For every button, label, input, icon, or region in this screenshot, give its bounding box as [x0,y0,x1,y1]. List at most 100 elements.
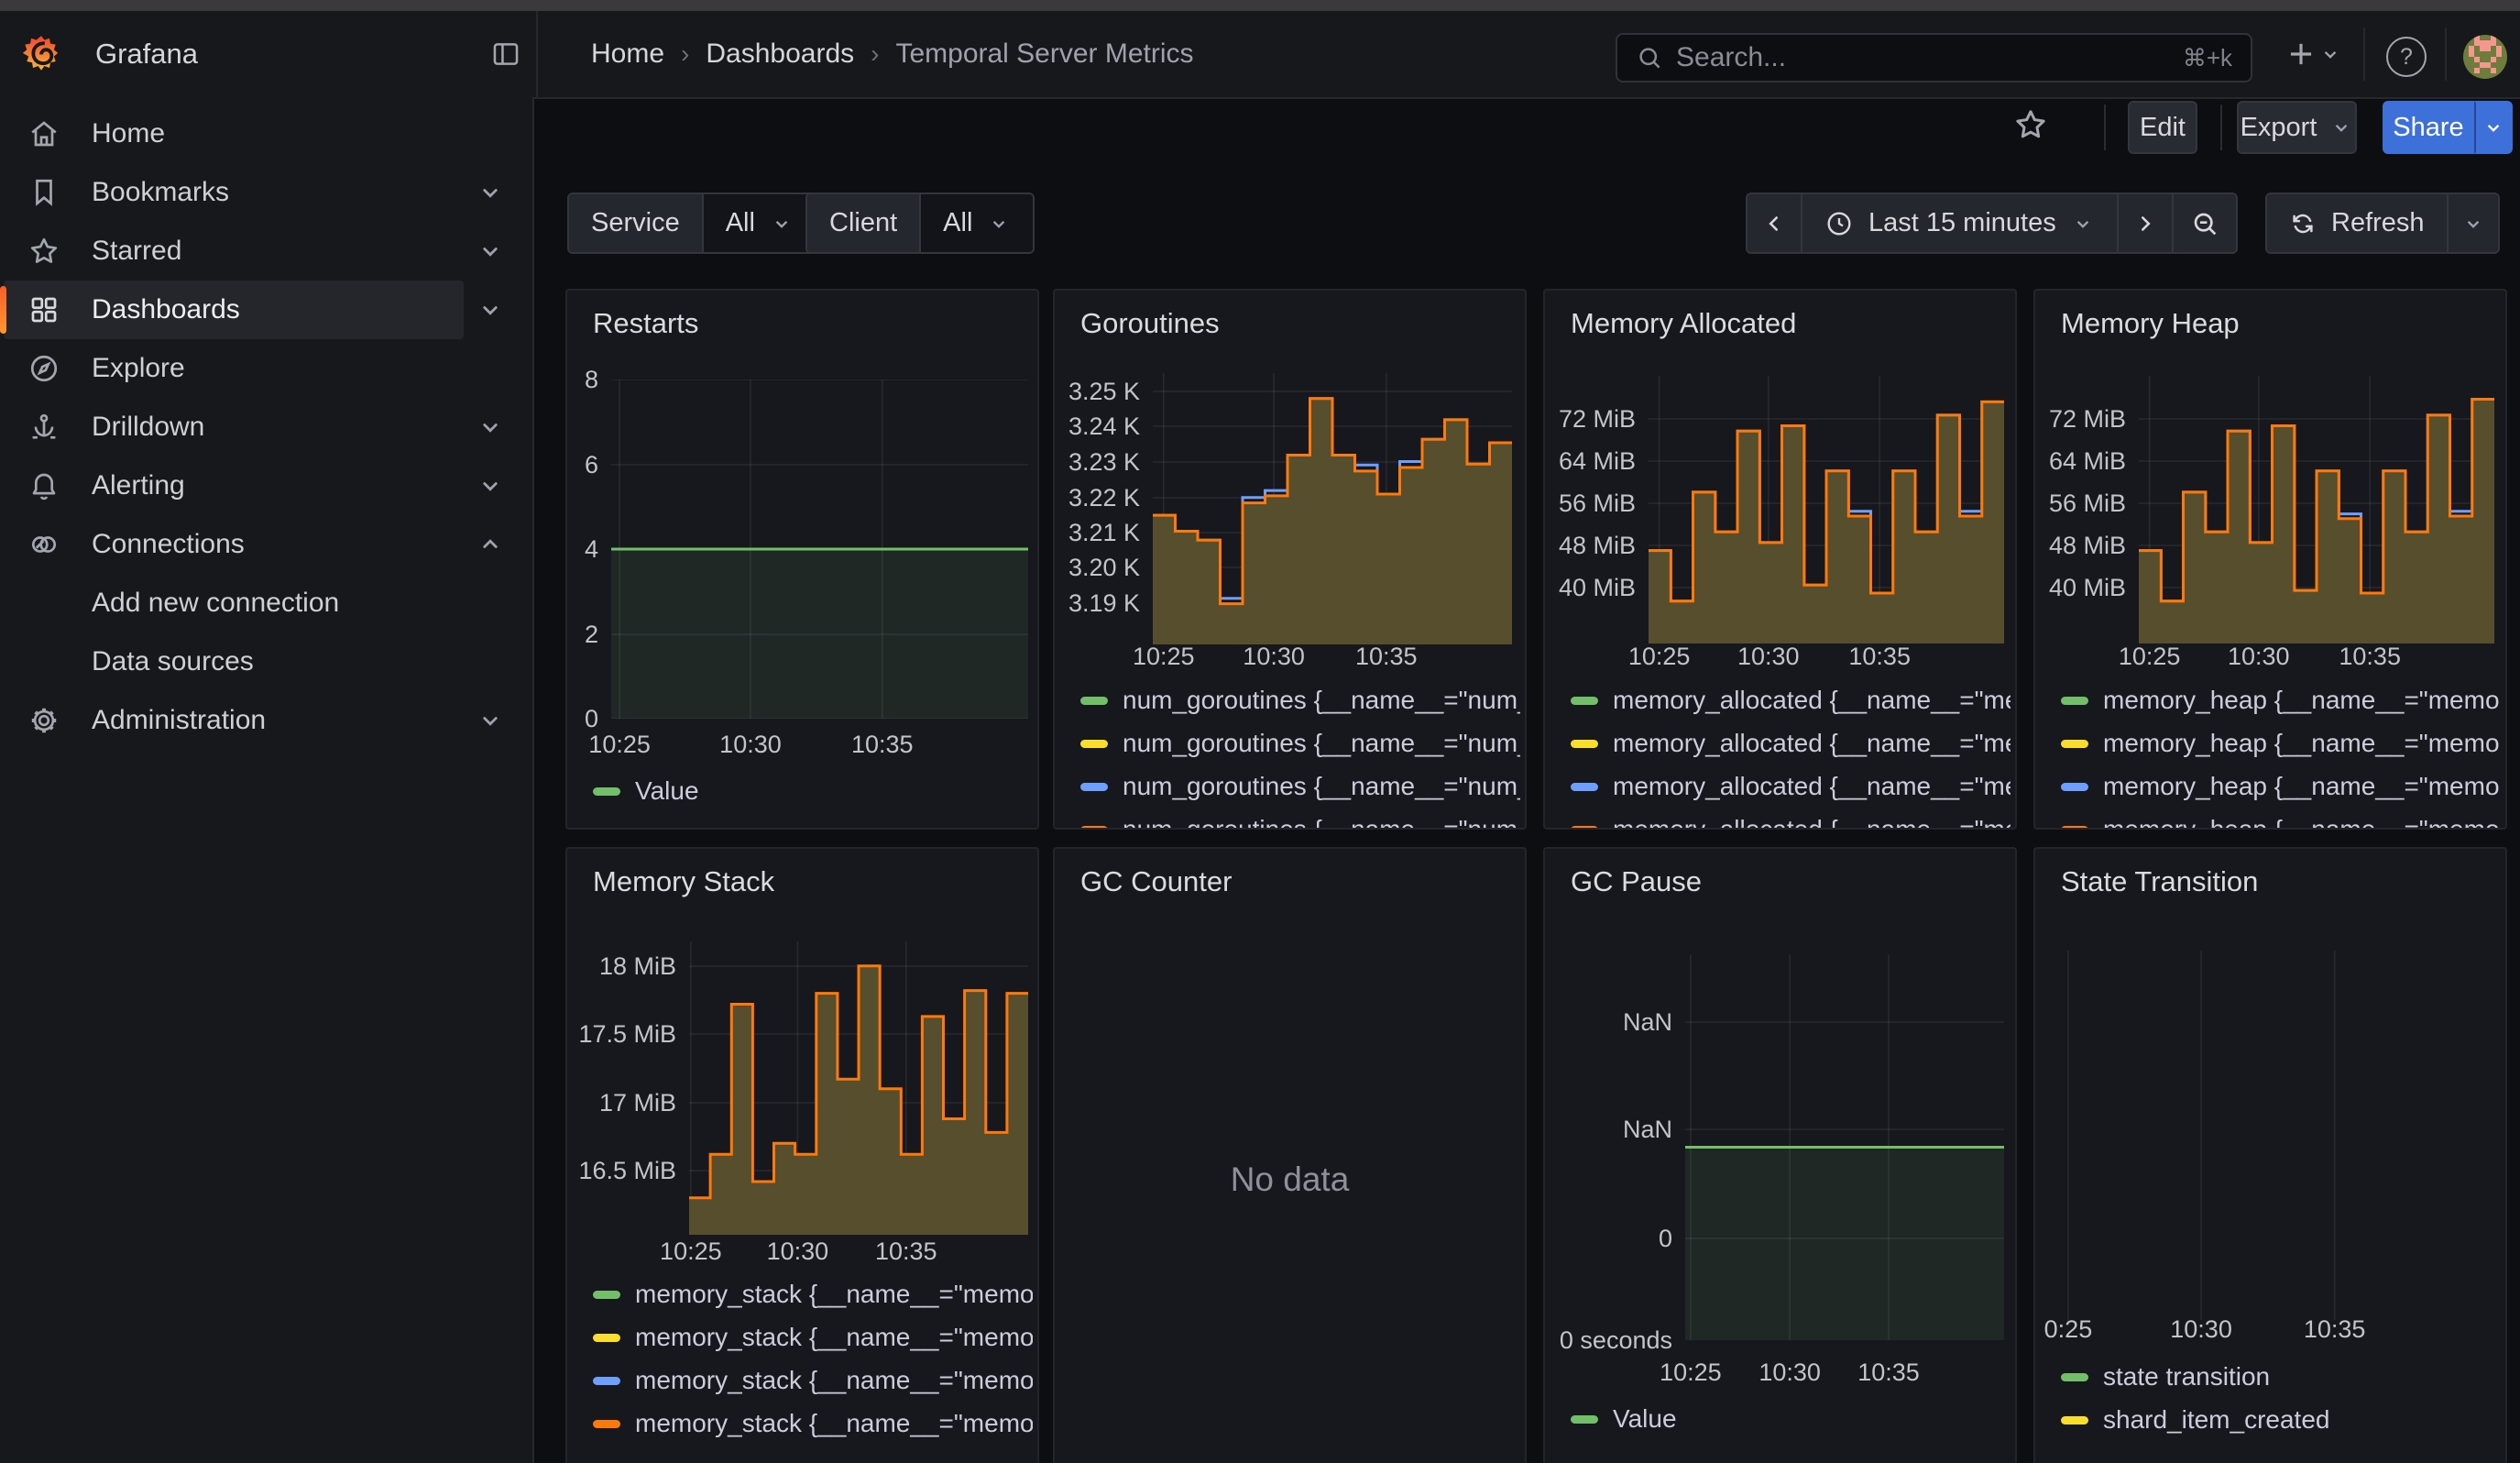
legend-swatch [1080,740,1108,748]
legend-label: memory_stack {__name__="memory_s [635,1366,1033,1395]
breadcrumb-home[interactable]: Home [591,38,664,70]
client-variable-dropdown[interactable]: Client All [805,192,1035,254]
legend-item[interactable]: memory_stack {__name__="memory_s [593,1408,1033,1439]
sidebar-nav: Home Bookmarks Starred Dashboards [0,97,534,1463]
edit-button[interactable]: Edit [2128,101,2197,154]
panel-title[interactable]: Goroutines [1080,307,1220,340]
dashboards-grid-icon [27,293,60,326]
variable-value[interactable]: All [919,194,1033,252]
panel-title[interactable]: GC Counter [1080,865,1232,898]
time-shift-back-button[interactable] [1748,194,1801,252]
chevron-up-icon[interactable] [477,531,504,558]
panel-title[interactable]: Memory Heap [2061,307,2240,340]
search-input[interactable]: Search... ⌘+k [1616,33,2252,82]
sidebar-item-drilldown[interactable]: Drilldown [4,398,464,456]
legend-item[interactable]: num_goroutines {__name__="num_go [1080,685,1520,716]
legend-item[interactable]: memory_allocated {__name__="memc [1571,685,2011,716]
legend-item[interactable]: memory_stack {__name__="memory_s [593,1322,1033,1353]
legend-item[interactable]: memory_stack {__name__="memory_s [593,1279,1033,1310]
legend-item[interactable]: state transition [2061,1361,2270,1392]
sidebar-item-add-new-connection[interactable]: Add new connection [4,574,464,632]
share-options-button[interactable] [2474,101,2513,154]
sidebar-item-bookmarks[interactable]: Bookmarks [4,163,464,222]
legend-item[interactable]: memory_allocated {__name__="memc [1571,728,2011,759]
panel-chart-area: 72 MiB64 MiB56 MiB48 MiB40 MiB10:2510:30… [1545,291,2015,828]
chart-plot [1649,376,2004,644]
panel-title[interactable]: Restarts [593,307,698,340]
breadcrumb-dashboards[interactable]: Dashboards [706,38,854,70]
favorite-star-icon[interactable] [2012,106,2049,143]
legend-item[interactable]: memory_allocated {__name__="memc [1571,771,2011,802]
legend-label: memory_allocated {__name__="memc [1613,815,2011,830]
y-axis-label: 40 MiB [2035,573,2126,602]
legend-item[interactable]: memory_heap {__name__="memory_h [2061,685,2501,716]
legend-item[interactable]: num_goroutines {__name__="num_go [1080,814,1520,830]
refresh-button[interactable]: Refresh [2267,194,2447,252]
panel-goroutines: 3.25 K3.24 K3.23 K3.22 K3.21 K3.20 K3.19… [1053,289,1527,830]
chevron-down-icon [2482,116,2505,139]
legend-label: memory_heap {__name__="memory_h [2103,815,2501,830]
refresh-interval-button[interactable] [2447,194,2498,252]
panel-chart-area: 3.25 K3.24 K3.23 K3.22 K3.21 K3.20 K3.19… [1055,291,1525,828]
y-axis-label: 3.24 K [1055,412,1140,441]
legend-item[interactable]: Value [593,776,699,807]
legend-item[interactable]: memory_heap {__name__="memory_h [2061,771,2501,802]
legend-swatch [593,1377,620,1385]
legend-swatch [593,787,620,796]
sidebar-item-data-sources[interactable]: Data sources [4,632,464,691]
legend-item[interactable]: memory_heap {__name__="memory_h [2061,728,2501,759]
legend-item[interactable]: shard_item_created [2061,1404,2329,1436]
chevron-down-icon[interactable] [477,472,504,500]
y-axis-label: 6 [567,450,598,479]
legend-item[interactable]: num_goroutines {__name__="num_go [1080,771,1520,802]
sidebar-item-alerting[interactable]: Alerting [4,456,464,515]
series-area [611,549,1028,719]
sidebar-item-administration[interactable]: Administration [4,691,464,750]
help-icon[interactable]: ? [2386,37,2427,77]
user-avatar[interactable] [2463,35,2507,79]
legend-item[interactable]: memory_heap {__name__="memory_h [2061,814,2501,830]
service-variable-dropdown[interactable]: Service All [567,192,817,254]
chevron-down-icon [2461,212,2485,236]
chevron-down-icon[interactable] [477,179,504,206]
sidebar-item-home[interactable]: Home [4,104,464,163]
panel-title[interactable]: GC Pause [1571,865,1702,898]
chevron-down-icon[interactable] [477,296,504,324]
legend-item[interactable]: memory_stack {__name__="memory_s [593,1365,1033,1396]
chart-plot [2139,376,2494,644]
legend-swatch [1571,826,1598,830]
legend-label: shard_item_created [2103,1405,2329,1435]
sidebar-item-explore[interactable]: Explore [4,339,464,398]
no-data-message: No data [1055,1160,1525,1199]
panel-title[interactable]: Memory Stack [593,865,774,898]
chevron-down-icon[interactable] [477,707,504,734]
y-axis-label: 0 [567,704,598,733]
sidebar-item-starred[interactable]: Starred [4,222,464,280]
chevron-down-icon[interactable] [477,237,504,265]
panel-title[interactable]: Memory Allocated [1571,307,1796,340]
legend-swatch [593,1420,620,1428]
panel-chart-area: NaNNaN00 seconds10:2510:3010:35Value [1545,849,2015,1463]
zoom-out-icon[interactable] [2172,194,2236,252]
x-axis-label: 10:30 [1759,1358,1821,1387]
variable-value[interactable]: All [702,194,816,252]
sidebar-toggle-icon[interactable] [487,35,525,73]
share-button[interactable]: Share [2383,101,2474,154]
sidebar-item-connections[interactable]: Connections [4,515,464,574]
time-range-picker[interactable]: Last 15 minutes [1801,194,2117,252]
x-axis-label: 10:30 [2228,643,2290,671]
header-divider [2363,28,2365,81]
export-dropdown-button[interactable]: Export [2237,101,2357,154]
panel-chart-area: 0:2510:3010:35state transitionshard_item… [2035,849,2505,1463]
add-new-button[interactable] [2284,37,2342,72]
legend-item[interactable]: memory_allocated {__name__="memc [1571,814,2011,830]
sidebar-item-dashboards[interactable]: Dashboards [4,280,464,339]
series-area [1685,1148,2004,1341]
x-axis-label: 10:35 [1857,1358,1920,1387]
legend-item[interactable]: Value [1571,1403,1677,1435]
time-shift-forward-button[interactable] [2117,194,2172,252]
panel-title[interactable]: State Transition [2061,865,2258,898]
legend-item[interactable]: num_goroutines {__name__="num_go [1080,728,1520,759]
chart-plot [611,380,1028,719]
chevron-down-icon[interactable] [477,413,504,441]
